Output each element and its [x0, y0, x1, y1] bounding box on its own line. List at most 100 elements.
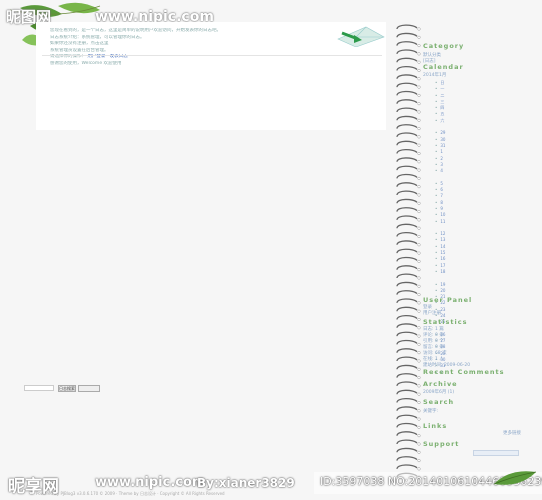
spiral-hole — [417, 135, 421, 139]
spiral-hole — [417, 168, 421, 172]
links-more[interactable]: 更多链接 — [503, 430, 521, 436]
spiral-hole — [417, 52, 421, 56]
spiral-hole — [417, 392, 421, 396]
search-input[interactable] — [24, 385, 54, 391]
spiral-ring — [396, 132, 418, 138]
spiral-hole — [417, 317, 421, 322]
spiral-hole — [417, 417, 421, 421]
register-link[interactable]: 用户注册 — [423, 310, 441, 316]
spiral-ring — [396, 107, 418, 113]
spiral-ring — [396, 290, 418, 295]
spiral-hole — [417, 44, 421, 48]
spiral-hole — [417, 301, 421, 305]
spiral-ring — [396, 314, 418, 320]
spiral-ring — [396, 265, 418, 270]
spiral-hole — [417, 226, 421, 230]
spiral-ring — [396, 456, 418, 461]
spiral-hole — [417, 293, 421, 297]
support-badge[interactable] — [473, 450, 519, 456]
statistics-title: Statistics — [423, 318, 468, 326]
spiral-hole — [417, 110, 421, 114]
spiral-ring — [396, 306, 418, 312]
archive-item[interactable]: 2009年6月 (1) — [423, 389, 454, 395]
spiral-hole — [417, 376, 421, 380]
spiral-ring — [396, 190, 418, 196]
spiral-ring — [396, 99, 418, 104]
spiral-ring — [396, 331, 418, 337]
spiral-hole — [417, 68, 421, 73]
spiral-ring — [396, 464, 418, 470]
spiral-ring — [396, 231, 418, 237]
spiral-ring — [396, 381, 418, 387]
spiral-hole — [417, 251, 421, 255]
spiral-ring — [396, 431, 418, 436]
watermark-bottom-logo: 昵享网 — [8, 477, 59, 497]
spiral-hole — [417, 151, 421, 156]
spiral-hole — [417, 434, 421, 438]
recent-comments-title: Recent Comments — [423, 368, 505, 376]
spiral-hole — [417, 143, 421, 147]
spiral-hole — [417, 118, 421, 122]
spiral-ring — [396, 207, 418, 212]
spiral-ring — [396, 240, 418, 246]
spiral-hole — [417, 102, 421, 106]
spiral-ring — [396, 339, 418, 345]
spiral-ring — [396, 406, 418, 412]
support-title: Support — [423, 440, 460, 448]
search-label: 关键字: — [423, 409, 439, 414]
spiral-ring — [396, 323, 418, 329]
leaf-decoration-icon — [493, 471, 537, 485]
archive-title: Archive — [423, 380, 458, 388]
spiral-ring — [396, 356, 418, 362]
spiral-hole — [417, 218, 421, 222]
spiral-ring — [396, 447, 418, 453]
spiral-hole — [417, 193, 421, 197]
calendar-day[interactable]: 六 — [435, 118, 475, 124]
calendar-day[interactable]: 4 — [435, 168, 475, 174]
spiral-hole — [417, 450, 421, 454]
spiral-hole — [417, 185, 421, 189]
spiral-ring — [396, 182, 418, 187]
search-button[interactable]: 日志搜索 — [58, 385, 76, 392]
spiral-ring — [396, 24, 418, 30]
spiral-hole — [417, 400, 421, 405]
spiral-hole — [417, 35, 421, 39]
spiral-ring — [396, 422, 418, 428]
spiral-ring — [396, 140, 418, 146]
spiral-hole — [417, 201, 421, 205]
spiral-hole — [417, 425, 421, 429]
spiral-hole — [417, 160, 421, 164]
spiral-hole — [417, 384, 421, 388]
spiral-hole — [417, 409, 421, 413]
spiral-hole — [417, 268, 421, 272]
content-line: 感谢您的使用，Welcome 欢迎使用 — [50, 60, 122, 66]
calendar-day[interactable]: 18 — [435, 269, 475, 275]
spiral-ring — [396, 124, 418, 129]
spiral-ring — [396, 248, 418, 254]
spiral-hole — [417, 85, 421, 89]
spiral-hole — [417, 467, 421, 471]
search-option-button[interactable] — [78, 385, 100, 392]
watermark-bottom-author: By:xianer3829 — [197, 476, 295, 490]
spiral-ring — [396, 74, 418, 80]
spiral-hole — [417, 442, 421, 446]
content-text-block: 您现在看到的，是一个日志，这里是简单的说明用户欢迎访问，开始发表你的日志吧。 日… — [50, 28, 370, 67]
spiral-hole — [417, 93, 421, 97]
spiral-ring — [396, 364, 418, 370]
links-title: Links — [423, 422, 448, 430]
spiral-hole — [417, 176, 421, 180]
spiral-ring — [396, 273, 418, 279]
spiral-hole — [417, 234, 421, 239]
calendar-day[interactable]: 11 — [435, 219, 475, 225]
spiral-ring — [396, 90, 418, 96]
spiral-ring — [396, 348, 418, 353]
calendar-month: 2014年1月 — [423, 73, 447, 78]
spiral-ring — [396, 215, 418, 221]
spiral-binder-decoration — [396, 24, 421, 479]
spiral-ring — [396, 82, 418, 88]
spiral-hole — [417, 210, 421, 214]
spiral-hole — [417, 27, 421, 31]
spiral-ring — [396, 157, 418, 163]
spiral-hole — [417, 359, 421, 363]
spiral-ring — [396, 414, 418, 420]
